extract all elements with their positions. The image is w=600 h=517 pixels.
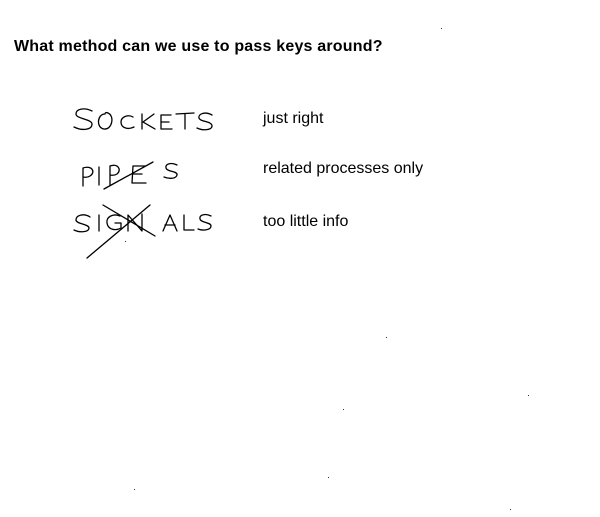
- pen-speck: [125, 241, 126, 242]
- pen-speck: [134, 489, 135, 490]
- pen-speck: [441, 28, 442, 29]
- handwriting-layer: [73, 108, 213, 259]
- pen-speck: [386, 337, 387, 338]
- note-signals: too little info: [263, 213, 349, 230]
- note-sockets: just right: [263, 110, 324, 127]
- note-pipes: related processes only: [263, 160, 424, 177]
- pen-speck: [510, 509, 511, 510]
- pen-speck: [328, 477, 329, 478]
- handwritten-pipes: [82, 161, 178, 190]
- pen-speck: [528, 395, 529, 396]
- handwritten-signals: [73, 204, 212, 259]
- handwritten-sockets: [73, 108, 213, 131]
- pen-speck: [343, 409, 344, 410]
- slide: What method can we use to pass keys arou…: [0, 0, 600, 517]
